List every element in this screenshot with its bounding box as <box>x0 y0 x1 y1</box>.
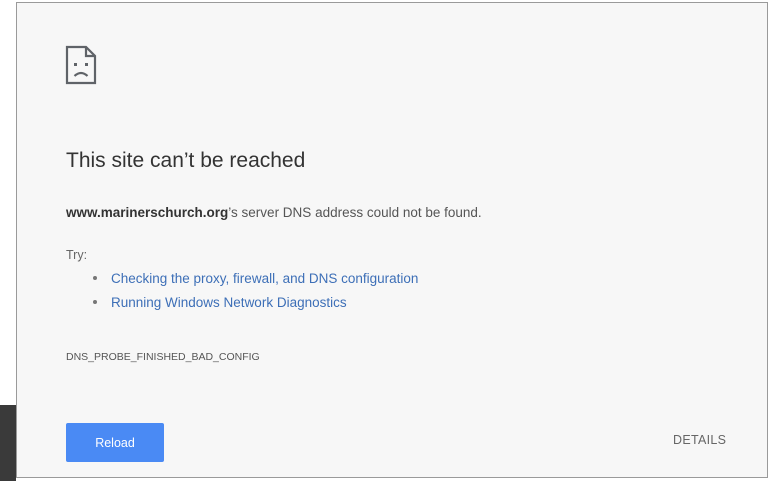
suggestion-item-network-diagnostics: Running Windows Network Diagnostics <box>66 295 418 319</box>
error-domain: www.marinerschurch.org <box>66 205 229 220</box>
suggestion-list: Checking the proxy, firewall, and DNS co… <box>66 271 418 319</box>
details-button[interactable]: DETAILS <box>673 433 726 447</box>
error-heading: This site can’t be reached <box>66 149 306 172</box>
suggestion-item-proxy-check: Checking the proxy, firewall, and DNS co… <box>66 271 418 295</box>
bullet-icon <box>93 276 97 280</box>
check-proxy-firewall-dns-link[interactable]: Checking the proxy, firewall, and DNS co… <box>111 271 418 286</box>
error-message-suffix: ’s server DNS address could not be found… <box>228 205 482 220</box>
error-page: This site can’t be reached www.marinersc… <box>16 2 768 478</box>
network-diagnostics-link[interactable]: Running Windows Network Diagnostics <box>111 295 347 310</box>
reload-button[interactable]: Reload <box>66 423 164 462</box>
try-label: Try: <box>66 248 88 262</box>
background-window-edge <box>0 405 16 481</box>
error-code: DNS_PROBE_FINISHED_BAD_CONFIG <box>66 351 260 363</box>
sad-page-icon <box>65 45 97 85</box>
browser-viewport: This site can’t be reached www.marinersc… <box>0 0 773 481</box>
error-message: www.marinerschurch.org’s server DNS addr… <box>66 205 482 220</box>
bullet-icon <box>93 300 97 304</box>
